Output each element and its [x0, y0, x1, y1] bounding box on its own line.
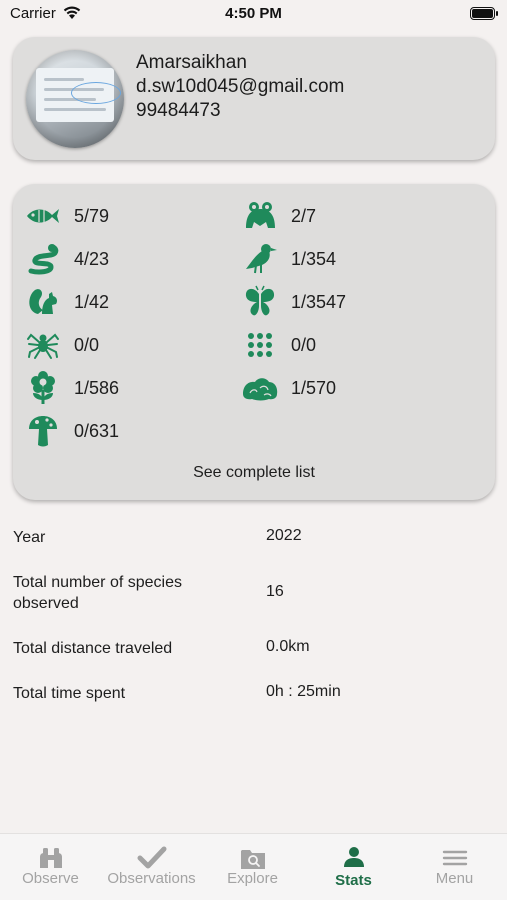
profile-card[interactable]: Amarsaikhan d.sw10d045@gmail.com 9948447…: [13, 37, 495, 160]
stats-value: 2022: [266, 527, 302, 544]
moss-icon: [243, 378, 278, 401]
mushroom-icon: [29, 416, 57, 447]
butterfly-icon: [245, 285, 275, 316]
stats-value: 0h : 25min: [266, 683, 341, 700]
species-count: 5/79: [74, 206, 110, 226]
tab-label: Menu: [435, 870, 474, 887]
binoculars-icon: [39, 848, 62, 868]
tab-label: Observe: [22, 870, 79, 887]
stats-label: Total distance traveled: [13, 640, 173, 657]
species-count: 2/7: [291, 206, 317, 226]
species-count: 1/42: [74, 292, 110, 312]
stats-value: 0.0km: [266, 638, 310, 655]
avatar[interactable]: [26, 50, 124, 148]
tab-menu[interactable]: Menu: [404, 834, 505, 900]
fish-icon: [27, 209, 59, 223]
stats-label: Total number of species observed: [13, 574, 182, 612]
species-count: 1/354: [291, 249, 337, 269]
bird-icon: [246, 244, 277, 274]
clock: 4:50 PM: [225, 5, 282, 22]
spider-icon: [27, 333, 59, 359]
squirrel-icon: [29, 289, 57, 314]
species-count: 4/23: [74, 249, 110, 269]
person-icon: [343, 847, 364, 867]
snake-icon: [28, 244, 59, 275]
profile-name: Amarsaikhan: [136, 52, 247, 73]
tab-label: Explore: [227, 870, 278, 887]
folder-search-icon: [240, 850, 265, 869]
stats-label: Total time spent: [13, 685, 126, 702]
flower-icon: [31, 371, 55, 404]
tab-label: Observations: [107, 870, 196, 887]
checkmark-icon: [137, 846, 166, 869]
battery-icon: [470, 7, 498, 20]
hamburger-icon: [442, 850, 467, 866]
dots-grid-icon: [248, 333, 272, 357]
species-count: 0/0: [291, 335, 317, 355]
species-count: 1/586: [74, 378, 120, 398]
tab-stats[interactable]: Stats: [303, 834, 404, 900]
tab-observations[interactable]: Observations: [101, 834, 202, 900]
status-bar: Carrier 4:50 PM: [0, 0, 507, 28]
tab-bar: Observe Observations Explore Stats Menu: [0, 833, 507, 900]
profile-email: d.sw10d045@gmail.com: [136, 76, 345, 97]
tab-observe[interactable]: Observe: [0, 834, 101, 900]
species-card: 5/79 2/7 4/23 1/354 1/42 1/3547 0/0 0/0 …: [13, 184, 495, 500]
species-count: 0/0: [74, 335, 100, 355]
see-complete-list-link[interactable]: See complete list: [13, 464, 495, 482]
species-count: 1/3547: [291, 292, 347, 312]
species-count: 1/570: [291, 378, 337, 398]
frog-icon: [246, 202, 275, 228]
stats-value: 16: [266, 583, 284, 600]
tab-label: Stats: [335, 872, 372, 889]
profile-phone: 99484473: [136, 100, 221, 121]
tab-explore[interactable]: Explore: [202, 834, 303, 900]
species-count: 0/631: [74, 421, 120, 441]
stats-label: Year: [13, 529, 46, 546]
